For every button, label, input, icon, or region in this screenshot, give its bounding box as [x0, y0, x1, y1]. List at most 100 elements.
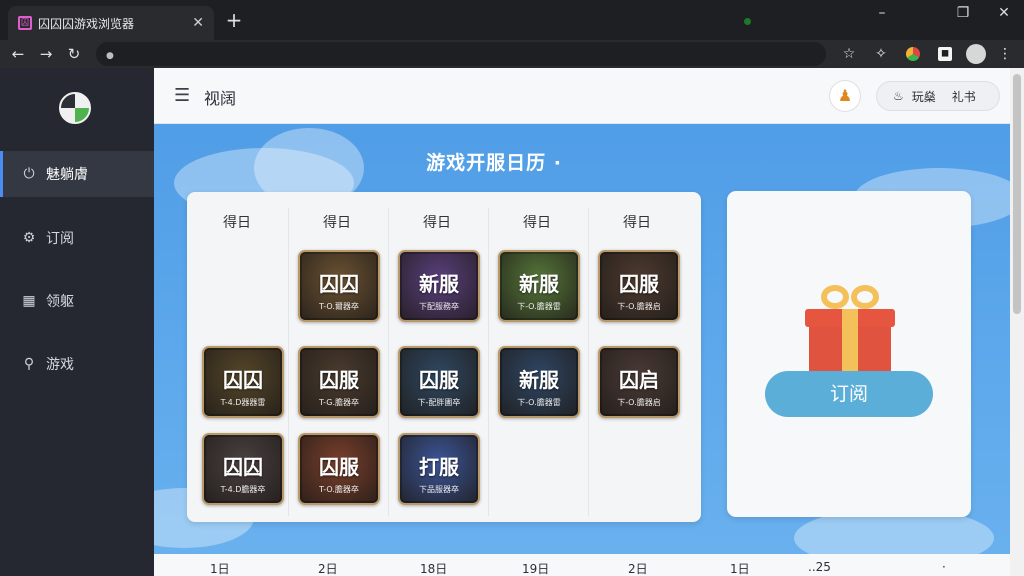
game-server-tile[interactable]: 囚囚 T-4.D膽器卒: [202, 433, 284, 505]
tile-subtitle: T-4.D膽器卒: [220, 485, 266, 494]
game-server-tile[interactable]: 打服 下品服器卒: [398, 433, 480, 505]
app-logo[interactable]: [59, 92, 91, 124]
extension-colorful-icon[interactable]: [906, 47, 920, 61]
gift-label-2: 礼书: [951, 89, 976, 104]
calendar-card: 得日 得日 得日 得日 得日 囚囚 T-O.爾器卒 新服 下配服務卒 新服 下-O.膽器雷…: [187, 192, 701, 522]
tile-title: 囚服: [419, 368, 459, 392]
tile-subtitle: 下-O.膽器启: [617, 398, 661, 407]
tile-title: 新服: [419, 272, 459, 296]
gift-icon: ♨: [893, 89, 904, 103]
date-strip: 1日 2日 18日 19日 2日 1日 ..25 ·: [154, 554, 1010, 576]
main-content: ☰ 视阔 ♟ ♨ 玩燊 礼书 游戏开服日历 · 得日 得日 得日 得日 得日 囚…: [154, 68, 1024, 576]
date-label[interactable]: 1日: [730, 560, 750, 576]
sidebar-item-label: 领躯: [46, 294, 74, 310]
game-server-tile[interactable]: 囚囚 T-O.爾器卒: [298, 250, 380, 322]
page-header: ☰ 视阔 ♟ ♨ 玩燊 礼书: [154, 68, 1010, 124]
status-dot: [744, 18, 751, 25]
game-server-tile[interactable]: 囚服 T-G.膽器卒: [298, 346, 380, 418]
tile-subtitle: T-O.爾器卒: [319, 302, 359, 311]
extension-square-icon[interactable]: ◼: [938, 47, 952, 61]
browser-toolbar: ← → ↻ ● ☆ ✧ ◼ ⋮: [0, 40, 1024, 68]
column-header: 得日: [323, 215, 351, 231]
subscribe-button[interactable]: 订阅: [765, 371, 933, 417]
date-label[interactable]: 19日: [522, 560, 549, 576]
column-divider: [588, 208, 589, 516]
subscribe-card: 订阅: [727, 191, 971, 517]
tile-subtitle: 下-O.膽器雷: [517, 398, 561, 407]
browser-titlebar: 囚 囚囚囚游戏浏览器 ✕ + – ❐ ✕: [0, 0, 1024, 40]
forward-button[interactable]: →: [34, 42, 58, 66]
power-icon: ⏻: [23, 166, 35, 182]
browser-tab[interactable]: 囚 囚囚囚游戏浏览器 ✕: [8, 6, 214, 40]
browser-menu-icon[interactable]: ⋮: [994, 43, 1016, 65]
tile-title: 囚服: [319, 368, 359, 392]
sidebar-item-label: 订阅: [46, 231, 74, 247]
bookmark-star-icon[interactable]: ☆: [838, 43, 860, 65]
sidebar-item-games[interactable]: ⚲ 游戏: [0, 341, 154, 387]
tile-subtitle: 下-配胖圕卒: [417, 398, 461, 407]
column-header: 得日: [223, 215, 251, 231]
tile-subtitle: 下配服務卒: [419, 302, 459, 311]
user-avatar[interactable]: ♟: [830, 81, 860, 111]
site-info-icon[interactable]: ●: [106, 51, 114, 61]
column-divider: [288, 208, 289, 516]
minimize-button[interactable]: –: [862, 0, 902, 28]
column-divider: [388, 208, 389, 516]
sidebar-item-rewards[interactable]: ▦ 领躯: [0, 278, 154, 324]
date-label[interactable]: 2日: [628, 560, 648, 576]
tile-subtitle: 下品服器卒: [419, 485, 459, 494]
column-divider: [488, 208, 489, 516]
scrollbar-thumb[interactable]: [1013, 74, 1021, 314]
sidebar-item-home[interactable]: ⏻ 魅躺膚: [0, 151, 154, 197]
game-server-tile[interactable]: 新服下-O.膽器雷: [498, 346, 580, 418]
scrollbar[interactable]: [1010, 68, 1024, 576]
date-label[interactable]: 18日: [420, 560, 447, 576]
column-header: 得日: [423, 215, 451, 231]
back-button[interactable]: ←: [6, 42, 30, 66]
reload-button[interactable]: ↻: [62, 42, 86, 66]
column-header: 得日: [523, 215, 551, 231]
tile-title: 囚启: [619, 368, 659, 392]
tile-subtitle: 下-O.膽器启: [617, 302, 661, 311]
game-server-tile[interactable]: 囚启下-O.膽器启: [598, 346, 680, 418]
sidebar-item-subscribe[interactable]: ⚙ 订阅: [0, 215, 154, 261]
calendar-title: 游戏开服日历 ·: [426, 152, 562, 174]
gift-button[interactable]: ♨ 玩燊 礼书: [876, 81, 1000, 111]
gift-illustration-icon: [805, 279, 895, 375]
column-header: 得日: [623, 215, 651, 231]
date-label[interactable]: ·: [942, 560, 946, 574]
tab-close-icon[interactable]: ✕: [192, 15, 204, 31]
tile-subtitle: T-G.膽器卒: [318, 398, 360, 407]
gear-icon: ⚙: [22, 230, 36, 246]
game-server-tile[interactable]: 囚囚 T-4.D器器雷: [202, 346, 284, 418]
game-server-tile[interactable]: 囚服 T-O.膽器卒: [298, 433, 380, 505]
tile-subtitle: T-4.D器器雷: [220, 398, 266, 407]
sidebar-item-label: 魅躺膚: [46, 167, 88, 183]
menu-icon[interactable]: ☰: [174, 86, 190, 106]
date-label[interactable]: ..25: [808, 560, 831, 574]
date-label[interactable]: 1日: [210, 560, 230, 576]
address-bar[interactable]: ●: [96, 42, 826, 66]
profile-avatar-icon[interactable]: [966, 44, 986, 64]
joystick-icon: ⚲: [23, 356, 35, 372]
tile-title: 囚囚: [223, 455, 263, 479]
tab-title: 囚囚囚游戏浏览器: [38, 16, 135, 31]
game-server-tile[interactable]: 新服 下-O.膽器雷: [498, 250, 580, 322]
close-window-button[interactable]: ✕: [984, 0, 1024, 28]
tile-title: 新服: [519, 272, 559, 296]
sidebar-item-label: 游戏: [46, 357, 74, 373]
tile-title: 囚服: [619, 272, 659, 296]
new-tab-button[interactable]: +: [222, 8, 246, 32]
game-server-tile[interactable]: 囚服下-配胖圕卒: [398, 346, 480, 418]
tile-title: 囚囚: [319, 272, 359, 296]
gift-box-icon: ▦: [22, 293, 36, 309]
tile-title: 打服: [419, 455, 459, 479]
gift-label-1: 玩燊: [911, 89, 936, 104]
game-server-tile[interactable]: 囚服下-O.膽器启: [598, 250, 680, 322]
tile-title: 囚囚: [223, 368, 263, 392]
extension-sparkle-icon[interactable]: ✧: [870, 43, 892, 65]
date-label[interactable]: 2日: [318, 560, 338, 576]
maximize-button[interactable]: ❐: [943, 0, 983, 28]
tile-title: 新服: [519, 368, 559, 392]
game-server-tile[interactable]: 新服 下配服務卒: [398, 250, 480, 322]
